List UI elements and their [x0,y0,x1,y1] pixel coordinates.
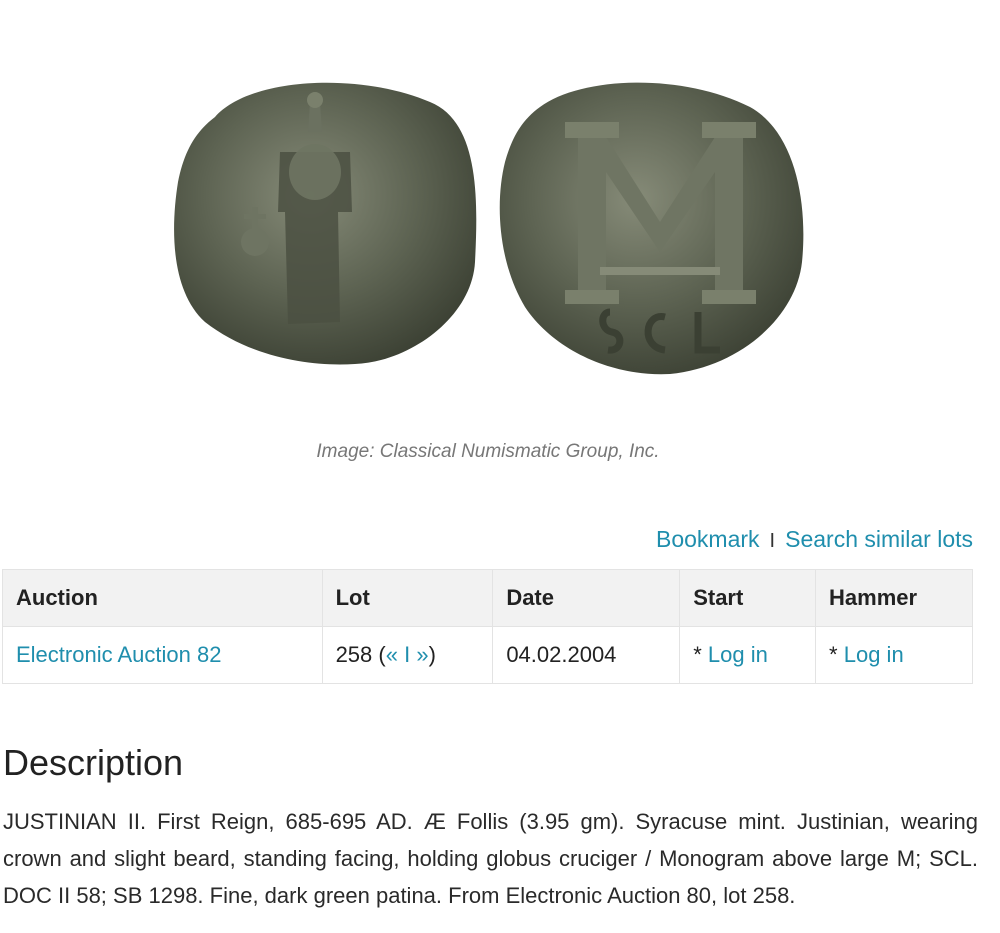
coin-image [174,82,804,375]
cell-auction: Electronic Auction 82 [2,626,323,684]
hammer-asterisk: * [829,642,838,667]
lot-paren-close: ) [428,642,436,667]
lot-page: Image: Classical Numismatic Group, Inc. … [0,0,1000,933]
start-asterisk: * [693,642,702,667]
coin-reverse [499,82,804,375]
cell-date: 04.02.2004 [492,626,681,684]
cell-hammer: * Log in [815,626,973,684]
header-start: Start [679,569,817,627]
coin-obverse [174,82,477,365]
header-hammer: Hammer [815,569,973,627]
lot-nav-separator: I [404,642,411,667]
image-caption: Image: Classical Numismatic Group, Inc. [316,441,660,462]
lot-paren-open: ( [378,642,386,667]
start-login-link[interactable]: Log in [708,642,768,667]
search-similar-lots-link[interactable]: Search similar lots [785,526,973,552]
hammer-login-link[interactable]: Log in [844,642,904,667]
auction-link[interactable]: Electronic Auction 82 [16,642,221,667]
lot-table: Auction Lot Date Start Hammer Electronic… [2,569,973,684]
description-title: Description [3,742,184,783]
next-lot-link[interactable]: » [416,642,428,667]
bookmark-link[interactable]: Bookmark [656,526,760,552]
lot-actions: Bookmark I Search similar lots [656,526,973,553]
previous-lot-link[interactable]: « [386,642,398,667]
action-separator: I [769,530,776,552]
cell-lot: 258 (« I ») [321,626,494,684]
header-auction: Auction [2,569,323,627]
lot-number: 258 [335,642,373,667]
header-date: Date [492,569,681,627]
table-header-row: Auction Lot Date Start Hammer [2,569,973,627]
description-text: JUSTINIAN II. First Reign, 685-695 AD. Æ… [3,809,978,908]
table-row: Electronic Auction 82 258 (« I ») 04.02.… [2,626,973,684]
cell-start: * Log in [679,626,817,684]
header-lot: Lot [321,569,494,627]
